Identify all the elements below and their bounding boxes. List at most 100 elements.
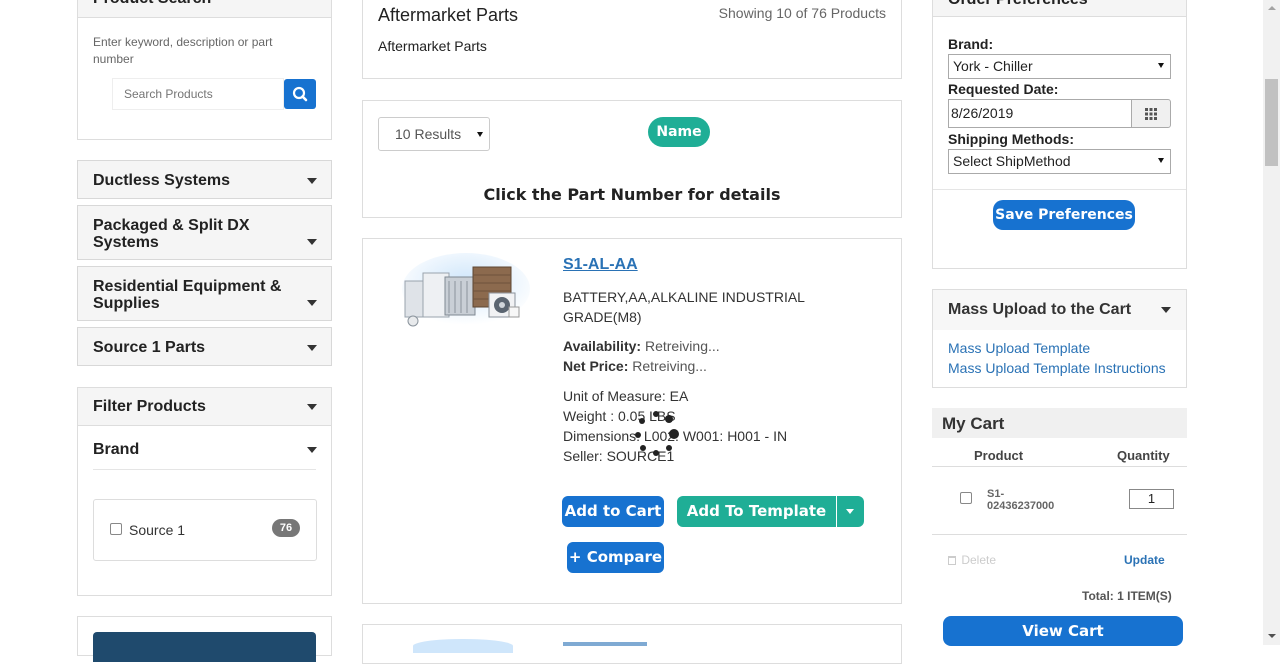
chevron-down-icon: [307, 239, 317, 245]
availability-value: Retreiving...: [644, 338, 720, 354]
product-card: S1-AL-AA BATTERY,AA,ALKALINE INDUSTRIAL …: [362, 238, 902, 604]
brand-options-box: Source 1 76: [93, 499, 317, 561]
sort-by-name-button[interactable]: Name: [648, 117, 710, 147]
scroll-up-arrow-icon[interactable]: [1268, 6, 1276, 10]
search-input[interactable]: [112, 78, 284, 110]
chevron-down-icon: [1161, 307, 1171, 313]
template-dropdown-button[interactable]: [837, 496, 864, 527]
category-ductless-systems[interactable]: Ductless Systems: [77, 160, 332, 199]
chevron-down-icon: [307, 300, 317, 306]
category-subtitle: Aftermarket Parts: [378, 38, 487, 54]
cart-item-code-line2: 02436237000: [987, 500, 1055, 512]
cart-total: Total: 1 ITEM(S): [1082, 589, 1172, 603]
chevron-down-icon: [307, 178, 317, 184]
net-price-label: Net Price:: [563, 358, 629, 374]
unit-of-measure: Unit of Measure: EA: [563, 388, 689, 404]
cart-item-code: S1- 02436237000: [987, 488, 1054, 512]
cart-item-checkbox[interactable]: [960, 492, 972, 504]
requested-date-label: Requested Date:: [948, 81, 1059, 97]
product-image[interactable]: [401, 253, 531, 329]
chevron-down-icon: [307, 404, 317, 410]
shipping-method-value: Select ShipMethod: [953, 153, 1071, 169]
mass-upload-template-link[interactable]: Mass Upload Template: [948, 340, 1090, 356]
results-toolbar-panel: 10 Results Name Click the Part Number fo…: [362, 100, 902, 218]
category-label: Ductless Systems: [93, 172, 230, 189]
availability-row: Availability: Retreiving...: [563, 338, 720, 354]
page-scrollbar[interactable]: [1263, 0, 1280, 645]
mass-upload-title[interactable]: Mass Upload to the Cart: [948, 301, 1131, 319]
search-button[interactable]: [284, 79, 316, 109]
page-title: Aftermarket Parts: [378, 5, 519, 25]
brand-select[interactable]: York - Chiller: [948, 54, 1171, 79]
search-icon: [292, 86, 308, 102]
category-label: Residential Equipment & Supplies: [93, 278, 282, 312]
order-preferences-title: Order Preferences: [948, 0, 1088, 9]
category-source-1-parts[interactable]: Source 1 Parts: [77, 327, 332, 366]
product-card-next: [362, 624, 902, 664]
cart-column-quantity: Quantity: [1117, 448, 1170, 463]
scroll-down-arrow-icon[interactable]: [1268, 634, 1276, 638]
brand-filter-title: Brand: [93, 441, 140, 458]
category-packaged-split-dx[interactable]: Packaged & Split DX Systems: [77, 205, 332, 260]
divider: [933, 189, 1186, 190]
filter-products-panel: Filter Products Brand Source 1 76: [77, 387, 332, 596]
filter-header[interactable]: Filter Products: [78, 388, 331, 426]
shipping-methods-label: Shipping Methods:: [948, 131, 1074, 147]
save-preferences-button[interactable]: Save Preferences: [993, 200, 1135, 230]
chevron-down-icon: [1158, 158, 1164, 163]
cart-column-product: Product: [974, 448, 1024, 463]
net-price-value: Retreiving...: [632, 358, 707, 374]
left-bottom-panel: [77, 616, 332, 662]
scrollbar-thumb[interactable]: [1265, 79, 1278, 166]
brand-checkbox[interactable]: [110, 523, 122, 535]
hvac-equipment-image: [402, 253, 530, 327]
product-search-panel: Product Search Enter keyword, descriptio…: [77, 0, 332, 140]
product-image-next: [413, 639, 513, 653]
cart-item-quantity-value: 1: [1147, 491, 1156, 506]
promo-banner[interactable]: [93, 632, 316, 662]
my-cart-panel: My Cart Product Quantity S1- 02436237000…: [932, 408, 1187, 668]
part-number-link-next[interactable]: [563, 642, 647, 646]
brand-option-label: Source 1: [129, 522, 186, 538]
category-residential-equipment[interactable]: Residential Equipment & Supplies: [77, 266, 332, 321]
category-label: Packaged & Split DX Systems: [93, 217, 250, 251]
brand-count-badge: 76: [272, 519, 300, 537]
category-header-panel: Aftermarket Parts Showing 10 of 76 Produ…: [362, 0, 902, 79]
calendar-grid-icon: [1145, 108, 1157, 120]
product-search-hint: Enter keyword, description or part numbe…: [93, 35, 273, 66]
results-per-page-select[interactable]: 10 Results: [378, 117, 490, 151]
results-per-page-value: 10 Results: [395, 126, 462, 142]
shipping-method-select[interactable]: Select ShipMethod: [948, 149, 1171, 174]
mass-upload-instructions-link[interactable]: Mass Upload Template Instructions: [948, 360, 1166, 376]
cart-item-quantity-input[interactable]: 1: [1129, 489, 1174, 509]
delete-label: Delete: [961, 553, 997, 567]
brand-filter-toggle[interactable]: Brand: [93, 430, 317, 470]
add-to-cart-button[interactable]: Add to Cart: [562, 496, 664, 527]
cart-header-divider: [932, 466, 1187, 467]
chevron-down-icon: [307, 345, 317, 351]
cart-item-divider: [932, 534, 1187, 535]
order-preferences-header[interactable]: Order Preferences: [933, 0, 1186, 17]
requested-date-input[interactable]: 8/26/2019: [948, 99, 1132, 128]
part-number-link[interactable]: S1-AL-AA: [563, 256, 638, 274]
compare-button[interactable]: + Compare: [567, 542, 664, 573]
calendar-button[interactable]: [1131, 99, 1171, 128]
chevron-down-icon: [1158, 63, 1164, 68]
category-label: Source 1 Parts: [93, 339, 206, 356]
availability-label: Availability:: [563, 338, 642, 354]
order-preferences-panel: Order Preferences Brand: York - Chiller …: [932, 0, 1187, 269]
delete-button[interactable]: Delete: [948, 553, 996, 567]
my-cart-header: My Cart: [932, 408, 1187, 438]
filter-title: Filter Products: [93, 398, 206, 415]
instruction-text: Click the Part Number for details: [483, 185, 781, 204]
results-count: Showing 10 of 76 Products: [718, 5, 886, 21]
chevron-down-icon: [307, 447, 317, 453]
product-search-title: Product Search: [93, 0, 211, 8]
mass-upload-body: [933, 330, 1186, 387]
product-description: BATTERY,AA,ALKALINE INDUSTRIAL GRADE(M8): [563, 289, 805, 325]
cart-item-code-line1: S1-: [987, 488, 1005, 500]
view-cart-button[interactable]: View Cart: [943, 616, 1183, 646]
my-cart-title: My Cart: [942, 414, 1005, 433]
add-to-template-button[interactable]: Add To Template: [677, 496, 836, 527]
update-button[interactable]: Update: [1124, 553, 1165, 567]
